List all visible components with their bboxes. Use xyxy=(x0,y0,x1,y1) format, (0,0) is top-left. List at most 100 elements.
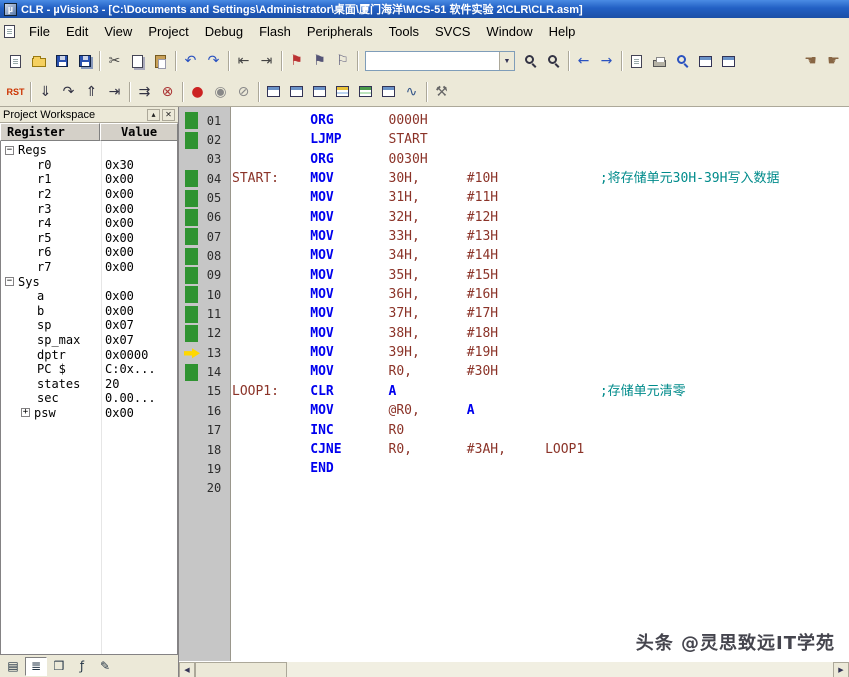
workspace-collapse-button[interactable]: ▴ xyxy=(147,108,160,121)
menu-item-flash[interactable]: Flash xyxy=(251,20,299,43)
current-line-arrow-icon[interactable] xyxy=(185,344,198,361)
print-icon[interactable] xyxy=(648,50,671,72)
code-line-marker[interactable] xyxy=(185,324,198,342)
open-file-icon[interactable] xyxy=(27,50,50,72)
workspace-tab-books[interactable]: ❒ xyxy=(48,657,70,676)
menu-item-debug[interactable]: Debug xyxy=(197,20,251,43)
menu-item-peripherals[interactable]: Peripherals xyxy=(299,20,381,43)
save-all-icon[interactable] xyxy=(73,50,96,72)
code-line[interactable]: LJMP START xyxy=(232,130,849,149)
tree-row-r1[interactable]: r1 0x00 xyxy=(1,172,177,187)
toolbox-icon[interactable]: ⚒ xyxy=(430,81,453,103)
toggle-bookmark-icon[interactable]: ⚑ xyxy=(285,50,308,72)
code-line-marker[interactable] xyxy=(185,305,198,323)
code-line[interactable]: MOV 33H, #13H xyxy=(232,227,849,246)
code-line[interactable]: MOV 38H, #18H xyxy=(232,324,849,343)
disassembly-window-icon[interactable] xyxy=(285,81,308,103)
cut-icon[interactable]: ✂ xyxy=(103,50,126,72)
analysis-window-icon[interactable]: ∿ xyxy=(400,81,423,103)
stop-icon[interactable]: ⊗ xyxy=(156,81,179,103)
line-marker-empty[interactable] xyxy=(185,441,198,458)
code-line[interactable]: MOV 35H, #15H xyxy=(232,266,849,285)
watch-window-icon[interactable] xyxy=(331,81,354,103)
step-out-icon[interactable]: ⇑ xyxy=(80,81,103,103)
help-pointer-icon[interactable]: ☛ xyxy=(822,50,845,72)
next-bookmark-icon[interactable]: ⚑ xyxy=(308,50,331,72)
tree-row-r6[interactable]: r6 0x00 xyxy=(1,245,177,260)
step-over-icon[interactable]: ↷ xyxy=(57,81,80,103)
line-marker-empty[interactable] xyxy=(185,383,198,400)
code-line[interactable]: MOV 37H, #17H xyxy=(232,304,849,323)
code-line-marker[interactable] xyxy=(185,363,198,381)
code-line[interactable] xyxy=(232,479,849,498)
breakpoint-kill-icon[interactable]: ⊘ xyxy=(232,81,255,103)
code-line[interactable]: MOV @R0, A xyxy=(232,401,849,420)
tree-row-psw[interactable]: + psw 0x00 xyxy=(1,406,177,421)
code-area[interactable]: ORG 0000H LJMP START ORG 0030H START: MOV 30H, #1… xyxy=(232,107,849,661)
pan-hand-icon[interactable]: ☚ xyxy=(799,50,822,72)
line-marker-empty[interactable] xyxy=(185,151,198,168)
code-line-marker[interactable] xyxy=(185,266,198,284)
tree-row-sp[interactable]: sp 0x07 xyxy=(1,318,177,333)
code-line[interactable]: CJNE R0, #3AH, LOOP1 xyxy=(232,440,849,459)
reset-button[interactable]: RST xyxy=(4,81,27,103)
app-icon[interactable]: µ xyxy=(4,2,17,16)
step-into-icon[interactable]: ⇓ xyxy=(34,81,57,103)
code-line[interactable]: MOV 34H, #14H xyxy=(232,246,849,265)
workspace-tab-files[interactable]: ▤ xyxy=(2,657,24,676)
code-line-marker[interactable] xyxy=(185,286,198,304)
code-line-marker[interactable] xyxy=(185,112,198,130)
serial-window-icon[interactable] xyxy=(377,81,400,103)
document-menu-icon[interactable] xyxy=(4,25,15,38)
register-tree[interactable]: − Regs r0 0x30 r1 0x00 r2 0x00 r3 0x00 r4 0x00 r5 0x0… xyxy=(0,141,178,655)
tree-row-b[interactable]: b 0x00 xyxy=(1,304,177,319)
menu-item-project[interactable]: Project xyxy=(140,20,196,43)
code-line[interactable]: START: MOV 30H, #10H ;将存储单元30H-39H写入数据 xyxy=(232,169,849,188)
tree-row-sys[interactable]: − Sys xyxy=(1,274,177,289)
redo-icon[interactable]: ↷ xyxy=(202,50,225,72)
line-marker-empty[interactable] xyxy=(185,460,198,477)
output-window-icon[interactable] xyxy=(717,50,740,72)
workspace-tab-functions[interactable]: ƒ xyxy=(71,657,93,676)
zoom-icon[interactable] xyxy=(671,50,694,72)
tree-row-sp-max[interactable]: sp_max 0x07 xyxy=(1,333,177,348)
tree-row-dptr[interactable]: dptr 0x0000 xyxy=(1,347,177,362)
memory-window-icon[interactable] xyxy=(354,81,377,103)
code-line-marker[interactable] xyxy=(185,228,198,246)
code-line[interactable]: MOV 39H, #19H xyxy=(232,343,849,362)
tree-expander-icon[interactable]: − xyxy=(5,145,14,155)
tree-row-r4[interactable]: r4 0x00 xyxy=(1,216,177,231)
find-in-files-icon[interactable] xyxy=(519,50,542,72)
find-combo-input[interactable] xyxy=(366,52,499,70)
code-line[interactable]: MOV R0, #30H xyxy=(232,362,849,381)
navigate-back-icon[interactable]: ← xyxy=(572,50,595,72)
scroll-right-button[interactable]: ▶ xyxy=(833,661,849,677)
tree-row-r3[interactable]: r3 0x00 xyxy=(1,201,177,216)
symbol-window-icon[interactable] xyxy=(308,81,331,103)
code-line[interactable]: MOV 32H, #12H xyxy=(232,208,849,227)
scroll-left-button[interactable]: ◀ xyxy=(179,661,195,677)
tree-row-regs[interactable]: − Regs xyxy=(1,143,177,158)
tree-row-sec[interactable]: sec 0.00... xyxy=(1,391,177,406)
code-line-marker[interactable] xyxy=(185,208,198,226)
code-line[interactable]: MOV 31H, #11H xyxy=(232,188,849,207)
undo-icon[interactable]: ↶ xyxy=(179,50,202,72)
scrollbar-thumb[interactable] xyxy=(195,661,287,677)
menu-item-window[interactable]: Window xyxy=(478,20,540,43)
code-line[interactable]: ORG 0030H xyxy=(232,150,849,169)
clear-bookmarks-icon[interactable]: ⚐ xyxy=(331,50,354,72)
indent-left-icon[interactable]: ⇤ xyxy=(232,50,255,72)
menu-item-help[interactable]: Help xyxy=(541,20,584,43)
tree-row-r0[interactable]: r0 0x30 xyxy=(1,158,177,173)
tree-row-pc-[interactable]: PC $ C:0x... xyxy=(1,362,177,377)
tree-row-states[interactable]: states 20 xyxy=(1,377,177,392)
tree-row-r5[interactable]: r5 0x00 xyxy=(1,231,177,246)
tree-row-r7[interactable]: r7 0x00 xyxy=(1,260,177,275)
breakpoint-toggle-icon[interactable]: ● xyxy=(186,81,209,103)
code-line-marker[interactable] xyxy=(185,247,198,265)
menu-item-svcs[interactable]: SVCS xyxy=(427,20,478,43)
workspace-tab-templates[interactable]: ✎ xyxy=(94,657,116,676)
tree-row-a[interactable]: a 0x00 xyxy=(1,289,177,304)
menu-item-file[interactable]: File xyxy=(21,20,58,43)
copy-icon[interactable] xyxy=(126,50,149,72)
